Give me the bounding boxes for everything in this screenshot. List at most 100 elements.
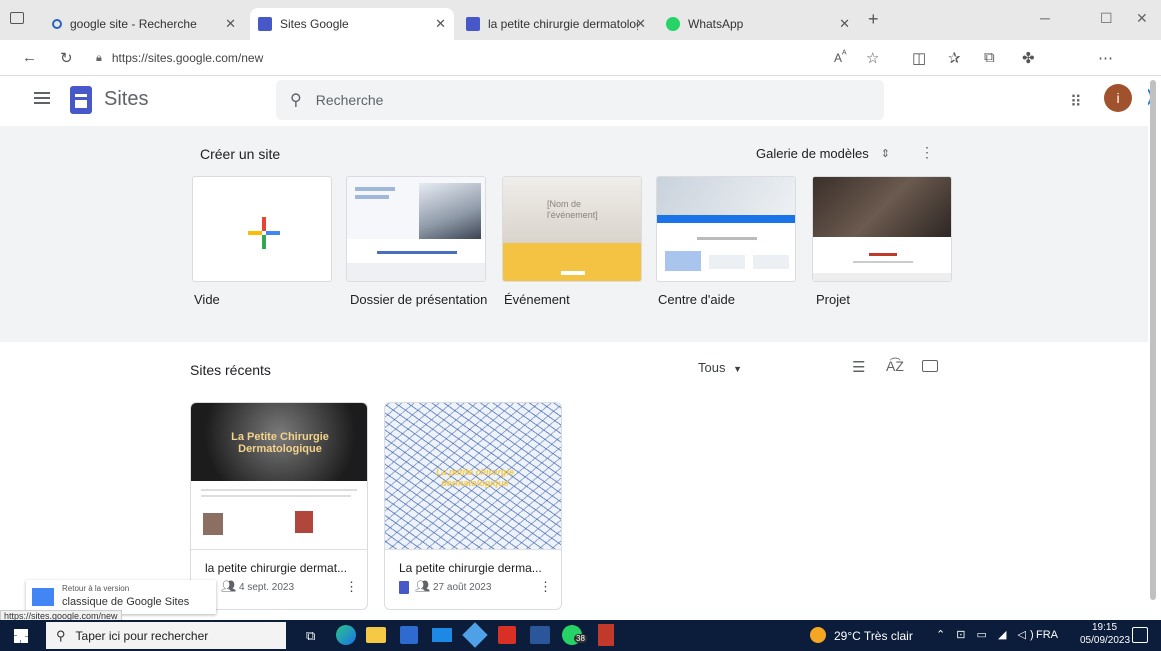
clock-time[interactable]: 19:15 [1092, 622, 1117, 633]
template-label: Événement [504, 292, 570, 307]
template-gallery-button[interactable]: Galerie de modèles ⇕ [756, 146, 890, 161]
gallery-label: Galerie de modèles [756, 146, 869, 161]
mail-icon[interactable] [432, 628, 452, 642]
avatar[interactable]: i [1104, 84, 1132, 112]
close-icon[interactable]: ✕ [839, 16, 850, 32]
sites-icon [399, 581, 409, 594]
store-icon[interactable] [400, 626, 418, 644]
create-heading: Créer un site [200, 146, 281, 162]
tab-sites-google[interactable]: Sites Google ✕ [250, 8, 454, 40]
classic-line1: Retour à la version [62, 584, 130, 593]
classic-line2: classique de Google Sites [62, 596, 190, 608]
browser-tab-bar: google site - Recherche ✕ Sites Google ✕… [0, 0, 1161, 40]
template-label: Projet [816, 292, 850, 307]
lock-icon: 🔒︎ [96, 51, 102, 64]
template-label: Vide [194, 292, 220, 307]
maximize-icon[interactable]: ☐ [1100, 10, 1113, 27]
minimize-icon[interactable]: ─ [1040, 10, 1050, 26]
notifications-icon[interactable] [1132, 627, 1148, 643]
sites-icon [466, 17, 480, 31]
taskbar-search-box[interactable]: ⚲ Taper ici pour rechercher [46, 622, 286, 649]
refresh-icon[interactable]: ↻ [60, 49, 73, 67]
site-card[interactable]: La Petite Chirurgie Dermatologique la pe… [190, 402, 368, 610]
sort-az-icon[interactable]: A͡Z [886, 358, 904, 374]
search-placeholder: Recherche [315, 92, 384, 108]
whatsapp-badge: 38 [574, 634, 587, 643]
tab-google-search[interactable]: google site - Recherche ✕ [44, 8, 244, 40]
taskbar: ⚲ Taper ici pour rechercher ⧉ 38 29°C Tr… [0, 620, 1161, 651]
tab-actions-icon[interactable] [10, 12, 24, 24]
split-screen-icon[interactable]: ◫ [912, 49, 926, 67]
shared-icon: 👥︎ [415, 579, 431, 593]
file-explorer-icon[interactable] [366, 627, 386, 643]
search-icon: ⚲ [56, 627, 66, 643]
language-indicator[interactable]: FRA [1036, 629, 1058, 641]
tab-title: WhatsApp [688, 17, 744, 31]
doctor-photo [203, 513, 223, 535]
plus-icon [248, 217, 280, 249]
more-icon[interactable]: ⋯ [1098, 49, 1113, 67]
template-portfolio[interactable] [346, 176, 486, 282]
url-text: https://sites.google.com/new [111, 51, 264, 65]
folder-icon[interactable] [922, 360, 938, 372]
close-icon[interactable]: ✕ [635, 16, 646, 32]
filter-label: Tous [698, 360, 726, 375]
template-help-center[interactable] [656, 176, 796, 282]
app-icon-2[interactable] [598, 624, 614, 646]
tab-petite-chirurgie[interactable]: la petite chirurgie dermatologiq ✕ [458, 8, 654, 40]
site-banner-text: La petite chirurgie dermatologique [435, 467, 515, 488]
tab-title: google site - Recherche [70, 17, 197, 31]
weather-text[interactable]: 29°C Très clair [834, 629, 913, 643]
tab-whatsapp[interactable]: WhatsApp ✕ [658, 8, 858, 40]
template-label: Dossier de présentation [350, 292, 488, 307]
sites-logo-icon [70, 86, 92, 114]
task-view-icon[interactable]: ⧉ [306, 628, 315, 644]
favorites-icon[interactable]: ✰ [948, 49, 961, 67]
clock-date[interactable]: 05/09/2023 [1080, 635, 1130, 646]
shared-icon: 👥︎ [221, 579, 237, 593]
close-icon[interactable]: ✕ [225, 16, 236, 32]
whatsapp-icon [666, 17, 680, 31]
site-title: la petite chirurgie dermat... [205, 561, 348, 575]
app-icon[interactable] [462, 622, 488, 648]
search-box[interactable]: ⚲ Recherche [276, 80, 884, 120]
search-icon [52, 19, 62, 29]
edge-icon[interactable] [336, 625, 356, 645]
template-project[interactable] [812, 176, 952, 282]
collections-icon[interactable]: ⧉ [984, 49, 995, 66]
site-date: 27 août 2023 [433, 582, 492, 593]
favorite-star-icon[interactable]: ☆ [866, 49, 879, 67]
event-thumb-title: [Nom de l'événement] [547, 199, 598, 220]
owner-filter-dropdown[interactable]: Tous ▼ [698, 360, 742, 375]
sites-header: Sites ⚲ Recherche ⠿ i [0, 76, 1148, 126]
extensions-icon[interactable]: ✤ [1022, 49, 1035, 67]
site-title: La petite chirurgie derma... [399, 561, 542, 575]
url-field[interactable]: 🔒︎ https://sites.google.com/new [96, 46, 856, 70]
read-aloud-icon[interactable]: Aᴬ [834, 49, 847, 65]
word-icon[interactable] [530, 626, 550, 644]
new-tab-button[interactable]: + [868, 9, 879, 30]
pdf-reader-icon[interactable] [498, 626, 516, 644]
template-event[interactable]: [Nom de l'événement] [502, 176, 642, 282]
address-bar: ← ↻ 🔒︎ https://sites.google.com/new Aᴬ ☆… [0, 40, 1161, 108]
site-banner-text: La Petite Chirurgie Dermatologique [231, 431, 329, 455]
window-close-icon[interactable]: ✕ [1136, 10, 1148, 27]
back-icon[interactable]: ← [22, 49, 37, 66]
scrollbar[interactable] [1150, 80, 1156, 600]
more-vert-icon[interactable]: ⋮ [539, 579, 552, 595]
app-title: Sites [104, 88, 149, 110]
windows-start-icon[interactable] [14, 629, 28, 643]
template-label: Centre d'aide [658, 292, 735, 307]
close-icon[interactable]: ✕ [435, 16, 446, 32]
list-view-icon[interactable]: ☰ [852, 358, 865, 376]
more-vert-icon[interactable]: ⋮ [345, 579, 358, 595]
classic-sites-link[interactable]: Retour à la version classique de Google … [26, 580, 216, 614]
more-vert-icon[interactable]: ⋮ [920, 144, 934, 161]
site-date: 4 sept. 2023 [239, 582, 295, 593]
site-card[interactable]: La petite chirurgie dermatologique La pe… [384, 402, 562, 610]
apps-grid-icon[interactable]: ⠿ [1070, 92, 1082, 112]
main-menu-icon[interactable] [34, 92, 50, 104]
template-blank[interactable] [192, 176, 332, 282]
system-tray-icons[interactable]: ⌃ ⊡ ▭ ◢ ◁) [936, 628, 1038, 641]
create-site-section: Créer un site Galerie de modèles ⇕ ⋮ Vid… [0, 126, 1148, 342]
